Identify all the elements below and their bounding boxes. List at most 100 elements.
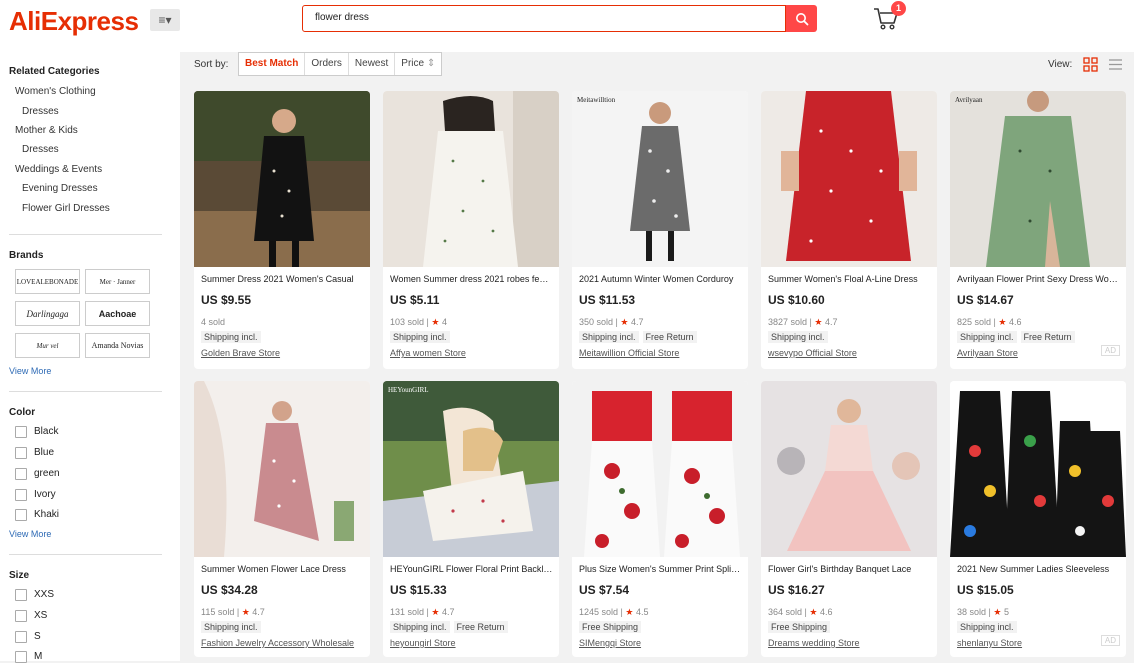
sort-price[interactable]: Price ⇕ bbox=[395, 53, 441, 75]
search-icon bbox=[795, 12, 808, 25]
product-title[interactable]: Women Summer dress 2021 robes femme bbox=[390, 274, 554, 284]
search-button[interactable] bbox=[786, 5, 817, 32]
store-link[interactable]: Avrilyaan Store bbox=[957, 348, 1121, 358]
product-card[interactable]: Women Summer dress 2021 robes femme US $… bbox=[383, 91, 559, 369]
sort-newest[interactable]: Newest bbox=[349, 53, 396, 75]
size-option-label[interactable]: S bbox=[34, 631, 41, 642]
product-tags: Shipping incl. bbox=[957, 621, 1017, 633]
product-title[interactable]: Summer Women Flower Lace Dress bbox=[201, 564, 365, 574]
color-checkbox[interactable] bbox=[15, 447, 27, 459]
store-link[interactable]: SIMengqi Store bbox=[579, 638, 743, 648]
category-link[interactable]: Flower Girl Dresses bbox=[22, 203, 110, 214]
size-checkbox[interactable] bbox=[15, 610, 27, 622]
product-title[interactable]: 2021 New Summer Ladies Sleeveless bbox=[957, 564, 1121, 574]
product-title[interactable]: Plus Size Women's Summer Print Splicing bbox=[579, 564, 743, 574]
product-title[interactable]: Avrilyaan Flower Print Sexy Dress Women bbox=[957, 274, 1121, 284]
category-link[interactable]: Evening Dresses bbox=[22, 183, 98, 194]
store-link[interactable]: Fashion Jewelry Accessory Wholesale bbox=[201, 638, 365, 648]
cart-count-badge: 1 bbox=[891, 1, 906, 16]
product-title[interactable]: Summer Women's Floal A-Line Dress bbox=[768, 274, 932, 284]
shipping-tag: Shipping incl. bbox=[201, 621, 261, 633]
store-link[interactable]: Dreams wedding Store bbox=[768, 638, 932, 648]
product-card[interactable]: Summer Dress 2021 Women's Casual US $9.5… bbox=[194, 91, 370, 369]
color-option-label[interactable]: Khaki bbox=[34, 509, 59, 520]
size-checkbox[interactable] bbox=[15, 651, 27, 663]
store-link[interactable]: Meitawillion Official Store bbox=[579, 348, 743, 358]
size-checkbox[interactable] bbox=[15, 631, 27, 643]
color-checkbox[interactable] bbox=[15, 489, 27, 501]
store-link[interactable]: heyoungirl Store bbox=[390, 638, 554, 648]
star-icon: ★ bbox=[998, 317, 1007, 327]
related-categories-title: Related Categories bbox=[9, 66, 100, 77]
category-link[interactable]: Weddings & Events bbox=[15, 164, 102, 175]
product-title[interactable]: HEYounGIRL Flower Floral Print Backless bbox=[390, 564, 554, 574]
product-image[interactable] bbox=[572, 381, 748, 557]
grid-view-icon[interactable] bbox=[1083, 57, 1098, 72]
product-image[interactable]: Avrilyaan bbox=[950, 91, 1126, 267]
store-link[interactable]: Golden Brave Store bbox=[201, 348, 365, 358]
product-image[interactable] bbox=[950, 381, 1126, 557]
color-checkbox[interactable] bbox=[15, 468, 27, 480]
product-card[interactable]: Avrilyaan Avrilyaan Flower Print Sexy Dr… bbox=[950, 91, 1126, 369]
star-icon: ★ bbox=[814, 317, 823, 327]
rating-value: 4.5 bbox=[635, 607, 649, 617]
color-option-label[interactable]: Ivory bbox=[34, 489, 56, 500]
store-link[interactable]: shenlanyu Store bbox=[957, 638, 1121, 648]
product-card[interactable]: HEYounGIRL HEYounGIRL Flower Floral Prin… bbox=[383, 381, 559, 657]
divider bbox=[9, 554, 162, 555]
brand-logo-button[interactable]: Amanda Novias bbox=[85, 333, 150, 358]
size-checkbox[interactable] bbox=[15, 589, 27, 601]
product-image[interactable] bbox=[761, 381, 937, 557]
product-card[interactable]: Plus Size Women's Summer Print Splicing … bbox=[572, 381, 748, 657]
product-image[interactable] bbox=[194, 381, 370, 557]
product-image[interactable] bbox=[383, 91, 559, 267]
product-image[interactable]: HEYounGIRL bbox=[383, 381, 559, 557]
star-icon: ★ bbox=[809, 607, 818, 617]
product-card[interactable]: 2021 New Summer Ladies Sleeveless US $15… bbox=[950, 381, 1126, 657]
product-image[interactable] bbox=[194, 91, 370, 267]
product-card[interactable]: Summer Women Flower Lace Dress US $34.28… bbox=[194, 381, 370, 657]
brand-logo-button[interactable]: LOVEALEBONADE bbox=[15, 269, 80, 294]
brands-view-more-link[interactable]: View More bbox=[9, 366, 51, 376]
category-link[interactable]: Dresses bbox=[22, 106, 59, 117]
list-view-icon[interactable] bbox=[1108, 57, 1123, 72]
color-checkbox[interactable] bbox=[15, 509, 27, 521]
color-checkbox[interactable] bbox=[15, 426, 27, 438]
aliexpress-logo[interactable]: AliExpress bbox=[9, 6, 139, 37]
color-view-more-link[interactable]: View More bbox=[9, 529, 51, 539]
size-option-label[interactable]: XXS bbox=[34, 589, 54, 600]
category-link[interactable]: Women's Clothing bbox=[15, 86, 96, 97]
category-link[interactable]: Mother & Kids bbox=[15, 125, 78, 136]
sort-best-match[interactable]: Best Match bbox=[239, 53, 306, 75]
size-option-label[interactable]: XS bbox=[34, 610, 47, 621]
product-image[interactable]: Meitawilltion bbox=[572, 91, 748, 267]
brand-logo-button[interactable]: Mer · Janner bbox=[85, 269, 150, 294]
cart-button[interactable]: 1 bbox=[872, 1, 906, 32]
category-link[interactable]: Dresses bbox=[22, 144, 59, 155]
color-option-label[interactable]: Blue bbox=[34, 447, 54, 458]
sort-orders[interactable]: Orders bbox=[305, 53, 349, 75]
search-input[interactable]: flower dress bbox=[302, 5, 786, 32]
product-title[interactable]: Flower Girl's Birthday Banquet Lace bbox=[768, 564, 932, 574]
product-title[interactable]: Summer Dress 2021 Women's Casual bbox=[201, 274, 365, 284]
store-link[interactable]: wsevypo Official Store bbox=[768, 348, 932, 358]
size-option-label[interactable]: M bbox=[34, 651, 42, 662]
rating-value: 4 bbox=[441, 317, 447, 327]
brand-logo-button[interactable]: Darlingaga bbox=[15, 301, 80, 326]
product-card[interactable]: Flower Girl's Birthday Banquet Lace US $… bbox=[761, 381, 937, 657]
category-menu-button[interactable]: ≡▾ bbox=[150, 9, 180, 31]
color-option-label[interactable]: Black bbox=[34, 426, 58, 437]
store-link[interactable]: Affya women Store bbox=[390, 348, 554, 358]
brand-logo-button[interactable]: Mur vel bbox=[15, 333, 80, 358]
product-tags: Free Shipping bbox=[579, 621, 642, 633]
product-card[interactable]: Summer Women's Floal A-Line Dress US $10… bbox=[761, 91, 937, 369]
ad-badge: AD bbox=[1100, 635, 1120, 646]
color-title: Color bbox=[9, 407, 36, 418]
brand-logo-button[interactable]: Aachoae bbox=[85, 301, 150, 326]
product-title[interactable]: 2021 Autumn Winter Women Corduroy bbox=[579, 274, 743, 284]
product-image[interactable] bbox=[761, 91, 937, 267]
product-card[interactable]: Meitawilltion 2021 Autumn Winter Women C… bbox=[572, 91, 748, 369]
product-sold-count: 4 sold bbox=[201, 317, 225, 327]
product-sold-count: 3827 sold | ★ 4.7 bbox=[768, 317, 838, 327]
color-option-label[interactable]: green bbox=[34, 468, 60, 479]
